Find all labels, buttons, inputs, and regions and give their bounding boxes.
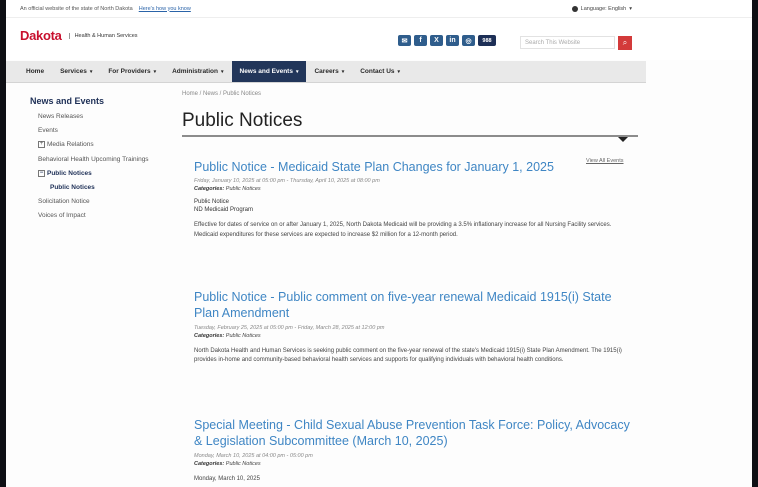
logo-wordmark: Dakota: [20, 28, 62, 43]
notice-categories: Categories: Public Notices: [194, 333, 634, 339]
x-icon[interactable]: X: [430, 35, 443, 46]
page-title: Public Notices: [182, 110, 303, 131]
search-input[interactable]: Search This Website: [520, 36, 615, 49]
sidebar-item-events[interactable]: Events: [30, 124, 170, 138]
notice-item: Public Notice - Medicaid State Plan Chan…: [194, 159, 634, 240]
notice-line: Public Notice: [194, 199, 230, 206]
notice-item: Special Meeting - Child Sexual Abuse Pre…: [194, 417, 634, 484]
nav-home[interactable]: Home: [18, 61, 52, 82]
notice-date: Monday, March 10, 2025 at 04:00 pm - 05:…: [194, 452, 313, 459]
nav-careers-label: Careers: [314, 68, 339, 75]
instagram-icon[interactable]: ◎: [462, 35, 475, 46]
nav-news-and-events[interactable]: News and Events ▾: [231, 61, 307, 82]
988-lifeline-badge[interactable]: 988: [478, 35, 496, 46]
breadcrumb[interactable]: Home / News / Public Notices: [182, 91, 261, 97]
notice-title-link[interactable]: Public Notice - Public comment on five-y…: [194, 289, 634, 322]
notice-title-link[interactable]: Special Meeting - Child Sexual Abuse Pre…: [194, 417, 634, 450]
categories-label: Categories:: [194, 332, 225, 339]
chevron-down-icon: ▾: [295, 68, 299, 75]
search-button[interactable]: ⌕: [618, 36, 632, 50]
browser-screen: An official website of the state of Nort…: [6, 0, 752, 487]
chevron-down-icon: ▾: [220, 68, 224, 75]
sidebar-item-public-notices[interactable]: − Public Notices: [30, 167, 170, 181]
category-link[interactable]: Public Notices: [226, 333, 261, 339]
nav-services[interactable]: Services ▾: [52, 61, 100, 82]
expand-icon[interactable]: +: [38, 141, 45, 149]
sidebar-item-label: Public Notices: [47, 169, 92, 177]
site-header: Dakota Health & Human Services: [6, 18, 752, 60]
sidebar-item-media-relations[interactable]: + Media Relations: [30, 138, 170, 152]
main-nav: Home Services ▾ For Providers ▾ Administra…: [6, 61, 646, 83]
language-selector[interactable]: Language: English ▾: [571, 6, 632, 12]
nav-home-label: Home: [26, 68, 45, 75]
nav-administration[interactable]: Administration ▾: [164, 61, 231, 82]
nav-services-label: Services: [60, 68, 87, 75]
chevron-down-icon: ▾: [89, 68, 93, 75]
chevron-down-icon: ▾: [341, 68, 345, 75]
categories-label: Categories:: [194, 186, 225, 193]
chevron-down-icon: ▾: [153, 68, 157, 75]
divider-arrow-icon: [618, 137, 628, 142]
nav-news-and-events-label: News and Events: [239, 68, 293, 75]
sidebar-title[interactable]: News and Events: [30, 96, 170, 106]
nav-contact-us-label: Contact Us: [360, 68, 395, 75]
email-icon[interactable]: ✉: [398, 35, 411, 46]
category-link[interactable]: Public Notices: [226, 186, 261, 192]
notice-body: North Dakota Health and Human Services i…: [194, 347, 622, 363]
social-links: ✉ f X in ◎ 988: [398, 35, 496, 46]
globe-icon: [571, 6, 578, 12]
nav-administration-label: Administration: [172, 68, 218, 75]
title-divider: [182, 135, 638, 137]
how-you-know-link[interactable]: Here's how you know: [139, 6, 191, 12]
section-sidebar: News and Events News Releases Events + Me…: [30, 96, 170, 223]
sidebar-item-solicitation-notice[interactable]: Solicitation Notice: [30, 195, 170, 209]
nav-for-providers[interactable]: For Providers ▾: [100, 61, 164, 82]
notice-date: Tuesday, February 25, 2025 at 05:00 pm -…: [194, 324, 385, 331]
notice-item: Public Notice - Public comment on five-y…: [194, 289, 634, 365]
notice-title-link[interactable]: Public Notice - Medicaid State Plan Chan…: [194, 159, 634, 175]
chevron-down-icon: ▾: [397, 68, 401, 75]
categories-label: Categories:: [194, 460, 225, 467]
language-label: Language: English: [580, 6, 627, 12]
collapse-icon[interactable]: −: [38, 169, 45, 177]
sidebar-item-news-releases[interactable]: News Releases: [30, 110, 170, 124]
nav-contact-us[interactable]: Contact Us ▾: [352, 61, 408, 82]
official-banner: An official website of the state of Nort…: [6, 0, 752, 18]
notice-body: Effective for dates of service on or aft…: [194, 222, 612, 238]
sidebar-item-voices-of-impact[interactable]: Voices of Impact: [30, 209, 170, 223]
linkedin-icon[interactable]: in: [446, 35, 459, 46]
sidebar-subitem-public-notices[interactable]: Public Notices: [30, 181, 170, 195]
chevron-down-icon: ▾: [629, 6, 632, 12]
agency-name: Health & Human Services: [68, 32, 138, 39]
category-link[interactable]: Public Notices: [226, 461, 261, 467]
site-logo[interactable]: Dakota Health & Human Services: [20, 28, 138, 43]
notice-categories: Categories: Public Notices: [194, 186, 634, 192]
notice-body: Monday, March 10, 2025: [194, 475, 260, 482]
nav-for-providers-label: For Providers: [108, 68, 151, 75]
sidebar-item-label: Media Relations: [47, 141, 94, 149]
notice-date: Friday, January 10, 2025 at 05:00 pm - T…: [194, 178, 380, 185]
nav-careers[interactable]: Careers ▾: [306, 61, 352, 82]
facebook-icon[interactable]: f: [414, 35, 427, 46]
search-icon: ⌕: [622, 38, 628, 47]
notice-categories: Categories: Public Notices: [194, 461, 634, 467]
official-text: An official website of the state of Nort…: [20, 5, 133, 12]
sidebar-item-behavioral-health-trainings[interactable]: Behavioral Health Upcoming Trainings: [30, 153, 170, 167]
notice-line: ND Medicaid Program: [194, 207, 254, 214]
